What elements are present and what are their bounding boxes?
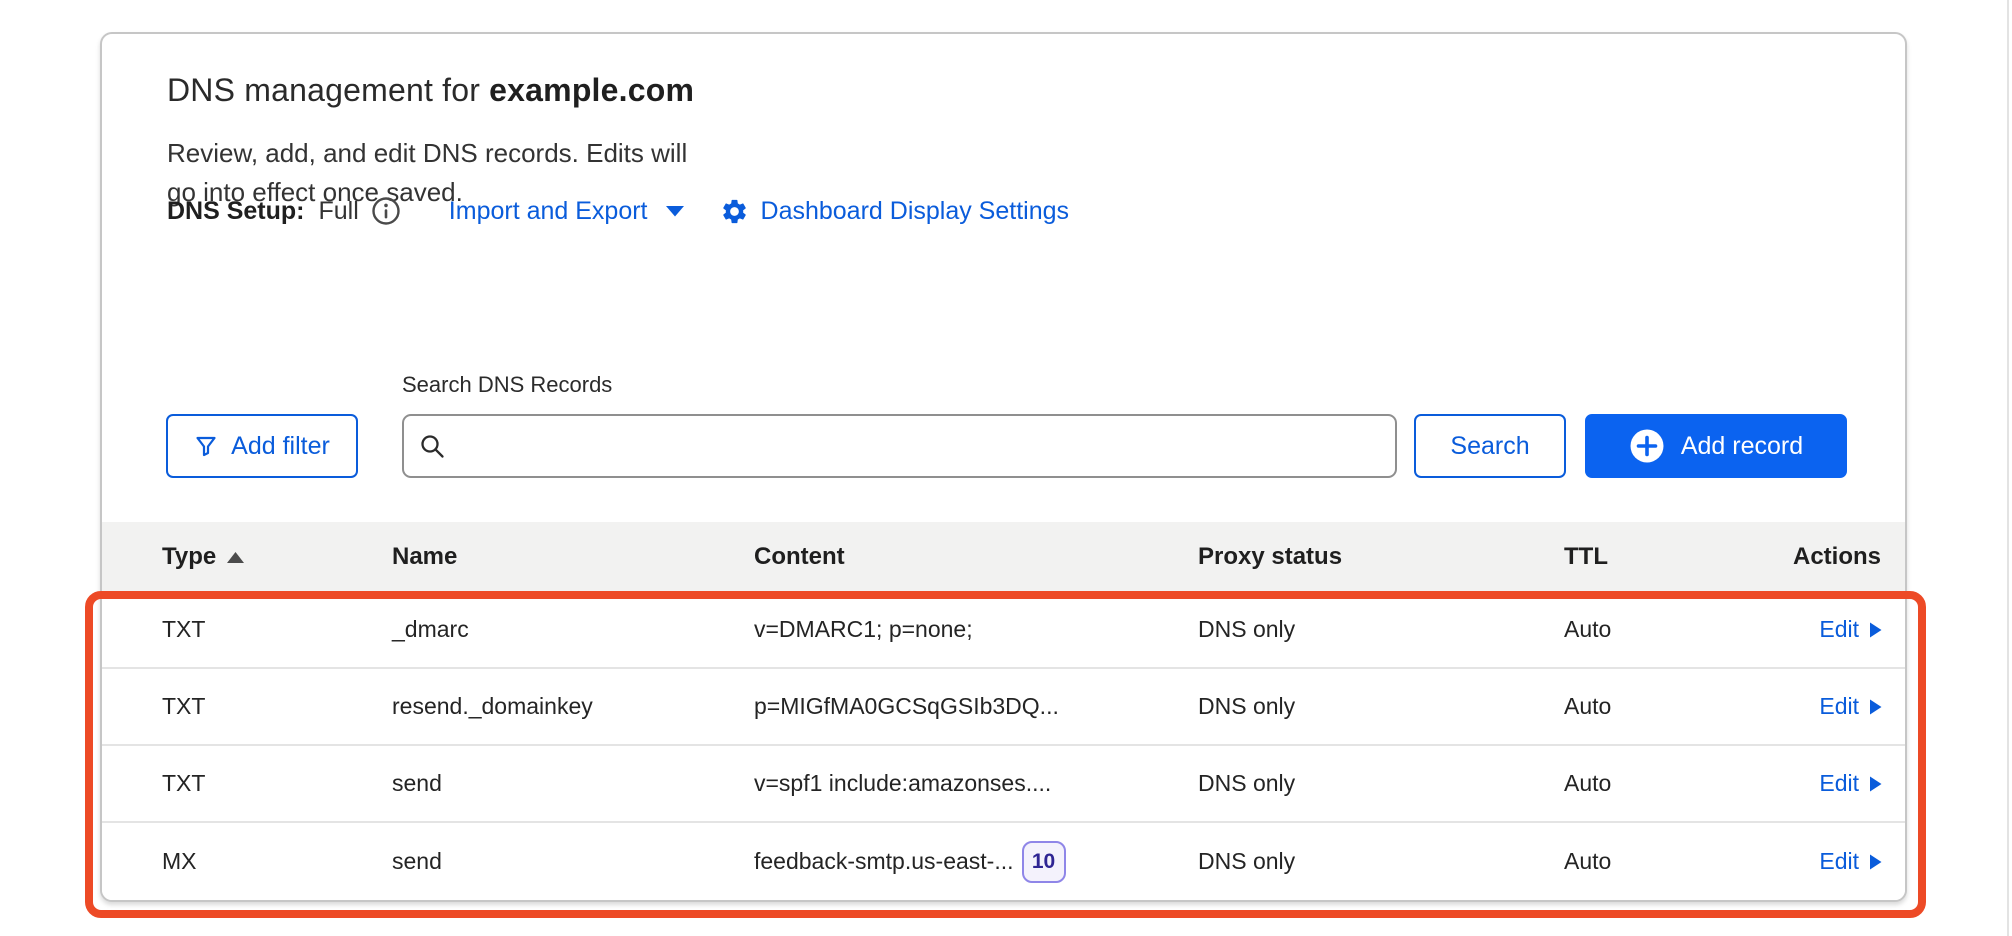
add-filter-button[interactable]: Add filter — [166, 414, 358, 478]
column-header-name: Name — [392, 543, 754, 571]
cell-content: v=DMARC1; p=none; — [754, 616, 1198, 643]
edit-record-link[interactable]: Edit — [1819, 848, 1883, 875]
description-line-1: Review, add, and edit DNS records. Edits… — [167, 134, 687, 173]
dns-records-table: Type Name Content Proxy status TTL Actio… — [102, 522, 1907, 900]
cell-proxy-status: DNS only — [1198, 693, 1564, 720]
page-title: DNS management for example.com — [167, 72, 694, 109]
column-header-content: Content — [754, 543, 1198, 571]
dns-setup-label: DNS Setup: — [167, 197, 305, 226]
table-header-row: Type Name Content Proxy status TTL Actio… — [102, 522, 1907, 592]
info-icon[interactable] — [371, 196, 401, 226]
cell-name: send — [392, 770, 754, 797]
cell-content: feedback-smtp.us-east-...10 — [754, 841, 1198, 883]
gear-icon — [720, 197, 749, 226]
import-export-link[interactable]: Import and Export — [449, 197, 686, 226]
filter-icon — [194, 434, 218, 458]
chevron-right-icon — [1868, 697, 1883, 717]
search-field — [402, 414, 1397, 478]
chevron-right-icon — [1868, 620, 1883, 640]
cell-name: _dmarc — [392, 616, 754, 643]
chevron-right-icon — [1868, 774, 1883, 794]
table-row: TXT _dmarc v=DMARC1; p=none; DNS only Au… — [102, 592, 1907, 669]
domain-name: example.com — [489, 72, 694, 108]
search-button[interactable]: Search — [1414, 414, 1566, 478]
edit-record-link[interactable]: Edit — [1819, 693, 1883, 720]
search-input[interactable] — [402, 414, 1397, 478]
cell-name: send — [392, 848, 754, 875]
dns-setup-row: DNS Setup: Full Import and Export — [167, 196, 1069, 226]
mx-priority-badge: 10 — [1022, 841, 1066, 883]
column-header-actions: Actions — [1764, 543, 1907, 571]
cell-ttl: Auto — [1564, 693, 1764, 720]
cell-ttl: Auto — [1564, 848, 1764, 875]
table-row: TXT send v=spf1 include:amazonses.... DN… — [102, 746, 1907, 823]
cell-proxy-status: DNS only — [1198, 616, 1564, 643]
chevron-right-icon — [1868, 852, 1883, 872]
cell-ttl: Auto — [1564, 616, 1764, 643]
add-filter-label: Add filter — [231, 432, 330, 461]
dashboard-display-settings-label: Dashboard Display Settings — [761, 197, 1070, 226]
table-row: TXT resend._domainkey p=MIGfMA0GCSqGSIb3… — [102, 669, 1907, 746]
cell-proxy-status: DNS only — [1198, 770, 1564, 797]
cell-type: TXT — [162, 616, 392, 643]
dashboard-display-settings-link[interactable]: Dashboard Display Settings — [720, 197, 1070, 226]
edit-record-link[interactable]: Edit — [1819, 770, 1883, 797]
table-row: MX send feedback-smtp.us-east-...10 DNS … — [102, 823, 1907, 900]
cell-content: v=spf1 include:amazonses.... — [754, 770, 1198, 797]
import-export-label: Import and Export — [449, 197, 648, 226]
edit-record-link[interactable]: Edit — [1819, 616, 1883, 643]
cell-type: TXT — [162, 693, 392, 720]
chevron-down-icon — [664, 204, 686, 218]
column-header-type[interactable]: Type — [162, 543, 392, 571]
search-button-label: Search — [1450, 432, 1529, 461]
cell-ttl: Auto — [1564, 770, 1764, 797]
cell-proxy-status: DNS only — [1198, 848, 1564, 875]
add-record-label: Add record — [1681, 432, 1803, 461]
cell-type: MX — [162, 848, 392, 875]
page-title-prefix: DNS management for — [167, 72, 489, 108]
cell-type: TXT — [162, 770, 392, 797]
dns-setup-value: Full — [319, 197, 359, 226]
page: DNS management for example.com Review, a… — [0, 0, 2012, 936]
plus-icon — [1629, 428, 1665, 464]
cell-content: p=MIGfMA0GCSqGSIb3DQ... — [754, 693, 1198, 720]
sort-ascending-icon — [226, 551, 245, 564]
cell-name: resend._domainkey — [392, 693, 754, 720]
viewport-edge — [2007, 0, 2009, 936]
column-header-proxy-status: Proxy status — [1198, 543, 1564, 571]
dns-management-card: DNS management for example.com Review, a… — [100, 32, 1907, 902]
column-header-ttl: TTL — [1564, 543, 1764, 571]
add-record-button[interactable]: Add record — [1585, 414, 1847, 478]
search-dns-records-label: Search DNS Records — [402, 372, 612, 398]
